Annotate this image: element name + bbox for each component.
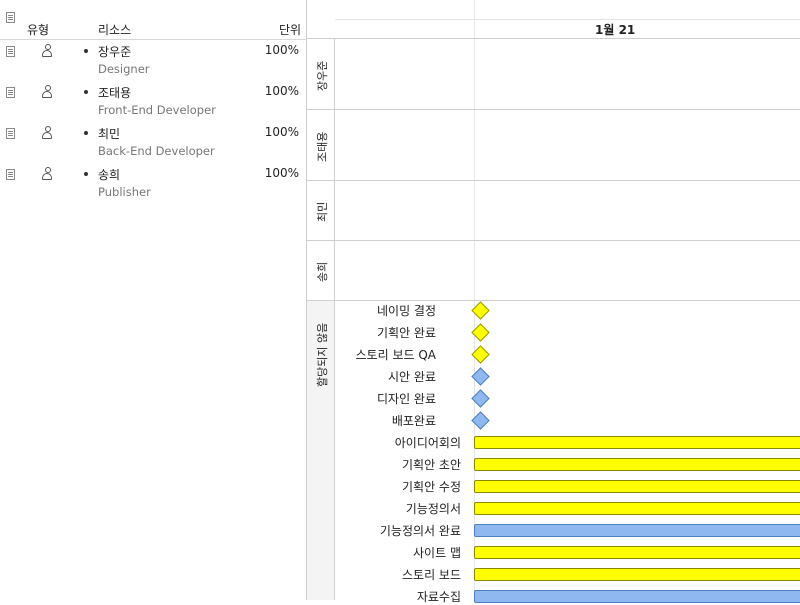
task-bar[interactable] xyxy=(474,502,800,515)
date-label: 1월 21 xyxy=(595,23,636,37)
resource-lane[interactable]: 조태용 xyxy=(307,110,800,181)
table-header: 유형 리소스 단위 xyxy=(0,0,306,40)
task-bar[interactable] xyxy=(474,546,800,559)
resource-unit[interactable]: 100% xyxy=(239,125,299,139)
task-bar[interactable] xyxy=(474,568,800,581)
resource-name[interactable]: 조태용 xyxy=(98,84,131,101)
task-label[interactable]: 스토리 보드 xyxy=(261,566,461,583)
bullet-icon xyxy=(84,90,88,94)
task-label[interactable]: 아이디어회의 xyxy=(261,434,461,451)
notes-column-icon[interactable] xyxy=(6,12,15,23)
header-resource[interactable]: 리소스 xyxy=(98,21,131,38)
resource-role: Designer xyxy=(98,62,150,76)
header-type[interactable]: 유형 xyxy=(27,21,49,38)
resource-name[interactable]: 송희 xyxy=(98,166,120,183)
lane-label-column: 최민 xyxy=(307,181,335,240)
row-notes-icon[interactable] xyxy=(6,87,15,98)
milestone-label[interactable]: 스토리 보드 QA xyxy=(236,346,436,363)
task-label[interactable]: 자료수집 xyxy=(261,588,461,605)
resource-role: Front-End Developer xyxy=(98,103,216,117)
task-bar[interactable] xyxy=(474,480,800,493)
resource-name[interactable]: 장우준 xyxy=(98,43,131,60)
bullet-icon xyxy=(84,131,88,135)
task-label[interactable]: 사이트 맵 xyxy=(261,544,461,561)
resource-lane[interactable]: 장우준 xyxy=(307,39,800,110)
bullet-icon xyxy=(84,172,88,176)
milestone-label[interactable]: 디자인 완료 xyxy=(236,390,436,407)
row-notes-icon[interactable] xyxy=(6,46,15,57)
resource-unit[interactable]: 100% xyxy=(239,166,299,180)
resource-unit[interactable]: 100% xyxy=(239,84,299,98)
milestone-label[interactable]: 시안 완료 xyxy=(236,368,436,385)
lane-label: 장우준 xyxy=(316,60,329,91)
timeline-header: 1월 21 xyxy=(307,0,800,39)
resource-name[interactable]: 최민 xyxy=(98,125,120,142)
resource-role: Publisher xyxy=(98,185,151,199)
lane-label-column: 장우준 xyxy=(307,39,335,109)
task-bar[interactable] xyxy=(474,590,800,603)
gantt-area: 1월 21 할당되지 않음 장우준 조태용 최민 송희 네이밍 결정 기획안 완료 스토리 … xyxy=(306,0,800,604)
person-icon xyxy=(42,167,52,180)
person-icon xyxy=(42,126,52,139)
milestone-label[interactable]: 배포완료 xyxy=(236,412,436,429)
row-notes-icon[interactable] xyxy=(6,169,15,180)
bullet-icon xyxy=(84,49,88,53)
lane-label: 최민 xyxy=(316,201,329,222)
row-notes-icon[interactable] xyxy=(6,128,15,139)
lane-label: 송희 xyxy=(316,261,329,282)
lane-label-column: 송희 xyxy=(307,241,335,300)
person-icon xyxy=(42,44,52,57)
task-bar[interactable] xyxy=(474,524,800,537)
task-label[interactable]: 기능정의서 xyxy=(261,500,461,517)
resource-role: Back-End Developer xyxy=(98,144,215,158)
task-label[interactable]: 기획안 초안 xyxy=(261,456,461,473)
resource-lane[interactable]: 최민 xyxy=(307,181,800,241)
task-label[interactable]: 기능정의서 완료 xyxy=(261,522,461,539)
task-label[interactable]: 기획안 수정 xyxy=(261,478,461,495)
lane-label-column: 조태용 xyxy=(307,110,335,180)
resource-unit[interactable]: 100% xyxy=(239,43,299,57)
resource-lane[interactable]: 송희 xyxy=(307,241,800,301)
milestone-label[interactable]: 기획안 완료 xyxy=(236,324,436,341)
task-bar[interactable] xyxy=(474,458,800,471)
header-unit[interactable]: 단위 xyxy=(279,21,301,38)
lane-label: 조태용 xyxy=(316,131,329,162)
person-icon xyxy=(42,85,52,98)
milestone-label[interactable]: 네이밍 결정 xyxy=(236,302,436,319)
timeline-divider xyxy=(335,19,800,20)
task-bar[interactable] xyxy=(474,436,800,449)
